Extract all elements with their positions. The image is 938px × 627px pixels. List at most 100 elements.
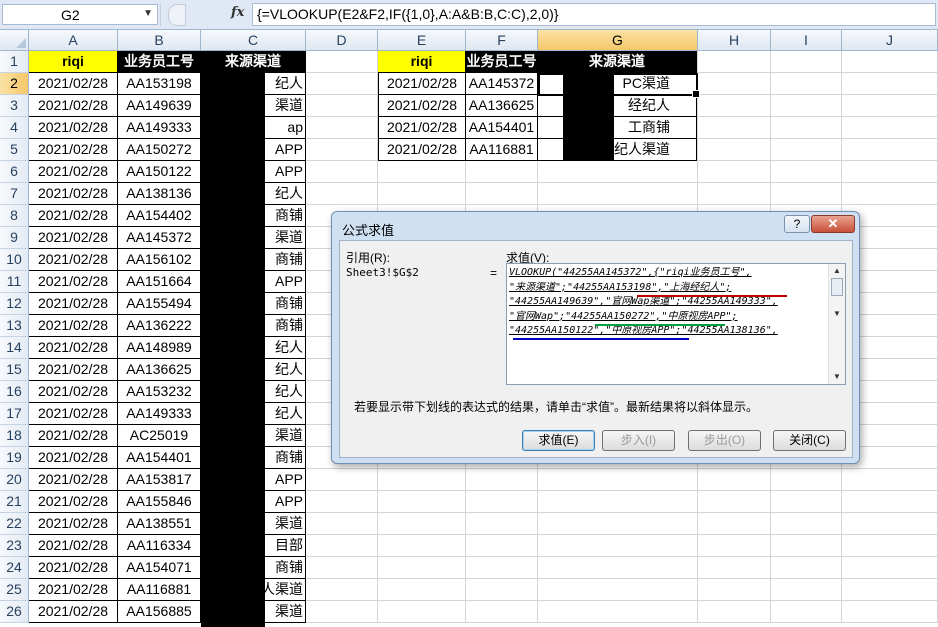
- table-cell-date[interactable]: 2021/02/28: [29, 249, 118, 271]
- table-cell-date[interactable]: 2021/02/28: [29, 183, 118, 205]
- table-cell-date[interactable]: 2021/02/28: [29, 293, 118, 315]
- grid-cell[interactable]: [466, 579, 538, 601]
- column-header[interactable]: E: [378, 30, 466, 51]
- table-cell-id[interactable]: AA116881: [118, 579, 201, 601]
- grid-cell[interactable]: [842, 183, 938, 205]
- grid-cell[interactable]: [771, 117, 842, 139]
- grid-cell[interactable]: [378, 491, 466, 513]
- table-cell-channel[interactable]: 纪人渠道: [538, 139, 697, 161]
- grid-cell[interactable]: [771, 73, 842, 95]
- grid-cell[interactable]: [771, 579, 842, 601]
- table-cell-id[interactable]: AA154401: [118, 447, 201, 469]
- column-header[interactable]: A: [29, 30, 118, 51]
- table-cell-id[interactable]: AA138136: [118, 183, 201, 205]
- grid-cell[interactable]: [306, 601, 378, 623]
- grid-cell[interactable]: [842, 535, 938, 557]
- grid-cell[interactable]: [378, 469, 466, 491]
- row-header[interactable]: 16: [0, 381, 29, 403]
- row-header[interactable]: 25: [0, 579, 29, 601]
- grid-cell[interactable]: [306, 513, 378, 535]
- grid-cell[interactable]: [306, 139, 378, 161]
- scroll-thumb[interactable]: [831, 278, 843, 296]
- grid-cell[interactable]: [698, 491, 771, 513]
- evaluate-button[interactable]: 求值(E): [522, 430, 595, 451]
- grid-cell[interactable]: [538, 491, 698, 513]
- grid-cell[interactable]: [306, 557, 378, 579]
- grid-cell[interactable]: [466, 491, 538, 513]
- column-header[interactable]: C: [201, 30, 306, 51]
- row-header[interactable]: 19: [0, 447, 29, 469]
- table-cell-id[interactable]: AC25019: [118, 425, 201, 447]
- grid-cell[interactable]: [698, 183, 771, 205]
- row-header[interactable]: 14: [0, 337, 29, 359]
- grid-cell[interactable]: [771, 491, 842, 513]
- grid-cell[interactable]: [842, 117, 938, 139]
- column-header[interactable]: G: [538, 30, 698, 51]
- grid-cell[interactable]: [842, 51, 938, 73]
- name-box[interactable]: G2 ▼: [2, 4, 158, 25]
- row-header[interactable]: 7: [0, 183, 29, 205]
- insert-function-icon[interactable]: fx: [231, 5, 244, 20]
- row-header[interactable]: 8: [0, 205, 29, 227]
- table-cell-id[interactable]: AA138551: [118, 513, 201, 535]
- grid-cell[interactable]: [538, 579, 698, 601]
- formula-input[interactable]: {=VLOOKUP(E2&F2,IF({1,0},A:A&B:B,C:C),2,…: [252, 3, 936, 26]
- table-cell-channel[interactable]: 经纪人: [538, 95, 697, 117]
- table-cell-id[interactable]: AA153232: [118, 381, 201, 403]
- table-cell-date[interactable]: 2021/02/28: [378, 95, 466, 117]
- column-header[interactable]: B: [118, 30, 201, 51]
- row-header[interactable]: 5: [0, 139, 29, 161]
- table-cell-id[interactable]: AA151664: [118, 271, 201, 293]
- column-header[interactable]: F: [466, 30, 538, 51]
- step-in-button[interactable]: 步入(I): [602, 430, 675, 451]
- table-cell-id[interactable]: AA149333: [118, 403, 201, 425]
- row-header[interactable]: 24: [0, 557, 29, 579]
- grid-cell[interactable]: [771, 161, 842, 183]
- table-cell-date[interactable]: 2021/02/28: [29, 73, 118, 95]
- grid-cell[interactable]: [306, 491, 378, 513]
- grid-cell[interactable]: [378, 183, 466, 205]
- grid-cell[interactable]: [306, 469, 378, 491]
- table-cell-id[interactable]: AA136625: [118, 359, 201, 381]
- row-header[interactable]: 15: [0, 359, 29, 381]
- grid-cell[interactable]: [306, 535, 378, 557]
- header-cell-riqi[interactable]: riqi: [378, 51, 466, 73]
- table-cell-date[interactable]: 2021/02/28: [29, 447, 118, 469]
- table-cell-date[interactable]: 2021/02/28: [29, 491, 118, 513]
- table-cell-date[interactable]: 2021/02/28: [29, 95, 118, 117]
- row-header[interactable]: 21: [0, 491, 29, 513]
- grid-cell[interactable]: [771, 183, 842, 205]
- scroll-down-icon[interactable]: ▼: [833, 309, 841, 318]
- row-header[interactable]: 17: [0, 403, 29, 425]
- table-cell-id[interactable]: AA154401: [466, 117, 538, 139]
- table-cell-date[interactable]: 2021/02/28: [29, 535, 118, 557]
- scroll-up-icon[interactable]: ▲: [833, 266, 841, 275]
- grid-cell[interactable]: [771, 535, 842, 557]
- grid-cell[interactable]: [306, 51, 378, 73]
- table-cell-date[interactable]: 2021/02/28: [378, 139, 466, 161]
- grid-cell[interactable]: [842, 469, 938, 491]
- table-cell-id[interactable]: AA116881: [466, 139, 538, 161]
- grid-cell[interactable]: [538, 161, 698, 183]
- grid-cell[interactable]: [771, 557, 842, 579]
- table-cell-id[interactable]: AA116334: [118, 535, 201, 557]
- table-cell-id[interactable]: AA136625: [466, 95, 538, 117]
- grid-cell[interactable]: [698, 139, 771, 161]
- column-header[interactable]: D: [306, 30, 378, 51]
- grid-cell[interactable]: [466, 601, 538, 623]
- grid-cell[interactable]: [306, 183, 378, 205]
- grid-cell[interactable]: [771, 51, 842, 73]
- table-cell-id[interactable]: AA154402: [118, 205, 201, 227]
- table-cell-id[interactable]: AA154071: [118, 557, 201, 579]
- grid-cell[interactable]: [378, 513, 466, 535]
- table-cell-date[interactable]: 2021/02/28: [29, 359, 118, 381]
- grid-cell[interactable]: [842, 557, 938, 579]
- close-icon[interactable]: ✕: [811, 215, 855, 233]
- grid-cell[interactable]: [466, 557, 538, 579]
- grid-cell[interactable]: [842, 95, 938, 117]
- grid-cell[interactable]: [538, 183, 698, 205]
- row-header[interactable]: 1: [0, 51, 29, 73]
- grid-cell[interactable]: [378, 557, 466, 579]
- column-header[interactable]: J: [842, 30, 938, 51]
- grid-cell[interactable]: [306, 73, 378, 95]
